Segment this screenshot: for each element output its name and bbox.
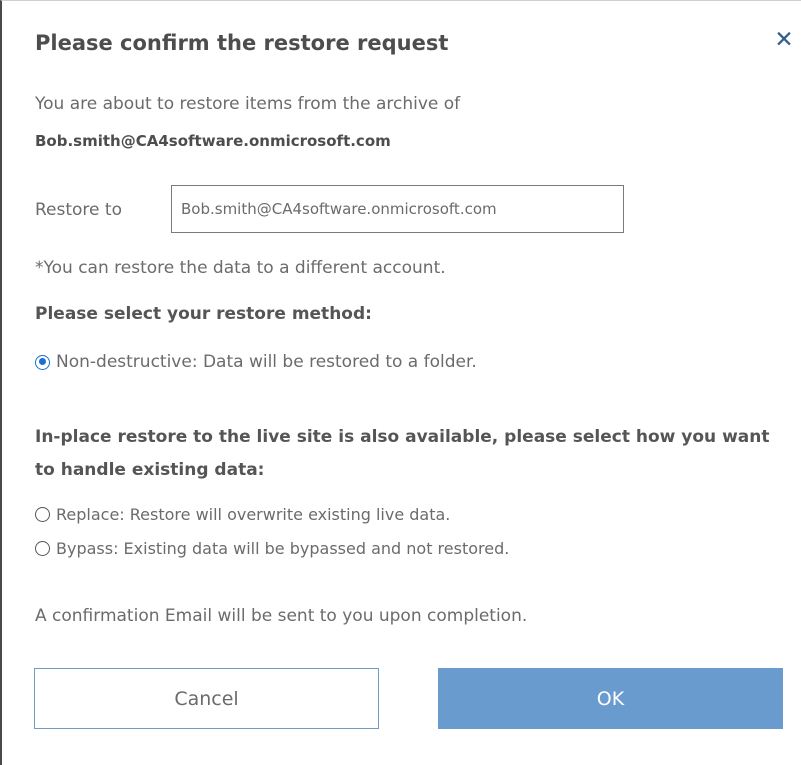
restore-to-input[interactable] bbox=[171, 185, 624, 233]
bypass-radio[interactable] bbox=[35, 541, 50, 556]
ok-button[interactable]: OK bbox=[438, 668, 783, 729]
replace-label: Replace: Restore will overwrite existing… bbox=[56, 505, 451, 524]
dialog-title: Please confirm the restore request bbox=[35, 31, 449, 55]
restore-method-title: Please select your restore method: bbox=[35, 304, 372, 324]
nondestructive-option[interactable]: Non-destructive: Data will be restored t… bbox=[35, 352, 477, 372]
inplace-restore-title: In-place restore to the live site is als… bbox=[35, 427, 770, 480]
nondestructive-radio[interactable] bbox=[35, 354, 50, 370]
restore-to-label: Restore to bbox=[35, 200, 122, 220]
restore-confirm-dialog: Please confirm the restore request ✕ You… bbox=[0, 0, 801, 765]
intro-text: You are about to restore items from the … bbox=[35, 94, 461, 114]
bypass-option[interactable]: Bypass: Existing data will be bypassed a… bbox=[35, 539, 509, 558]
confirmation-note: A confirmation Email will be sent to you… bbox=[35, 606, 528, 626]
replace-radio[interactable] bbox=[35, 507, 50, 522]
cancel-button[interactable]: Cancel bbox=[34, 668, 379, 729]
replace-option[interactable]: Replace: Restore will overwrite existing… bbox=[35, 505, 450, 524]
nondestructive-label: Non-destructive: Data will be restored t… bbox=[56, 352, 477, 372]
different-account-note: *You can restore the data to a different… bbox=[35, 258, 446, 278]
archive-account: Bob.smith@CA4software.onmicrosoft.com bbox=[35, 132, 391, 150]
close-icon[interactable]: ✕ bbox=[773, 29, 795, 52]
bypass-label: Bypass: Existing data will be bypassed a… bbox=[56, 539, 510, 558]
